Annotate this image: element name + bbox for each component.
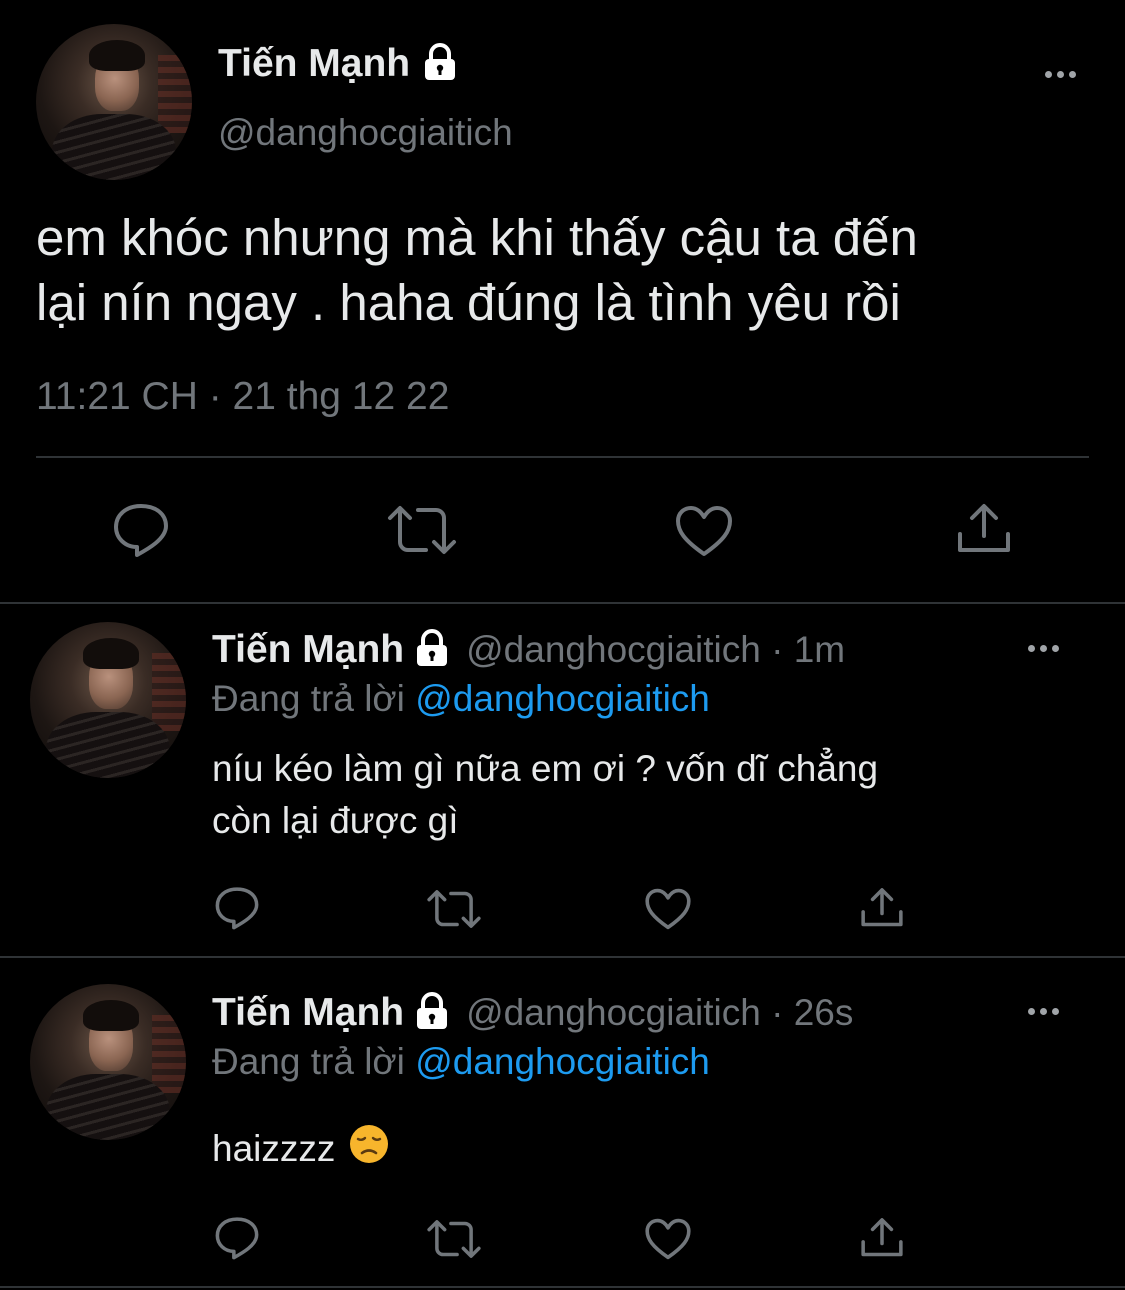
tweet-text-line-2: lại nín ngay . haha đúng là tình yêu rồi	[36, 274, 901, 331]
divider	[0, 1286, 1125, 1288]
avatar[interactable]	[30, 984, 186, 1140]
more-icon[interactable]	[1028, 645, 1059, 652]
avatar[interactable]	[30, 622, 186, 778]
more-icon[interactable]	[1045, 71, 1076, 78]
like-icon[interactable]	[644, 1217, 692, 1261]
display-name[interactable]: Tiến Mạnh	[218, 42, 410, 86]
more-icon[interactable]	[1028, 1008, 1059, 1015]
display-name[interactable]: Tiến Mạnh	[212, 991, 404, 1035]
handle-time[interactable]: @danghocgiaitich · 1m	[466, 629, 845, 671]
retweet-icon[interactable]	[426, 1218, 482, 1260]
reply-icon[interactable]	[214, 1216, 260, 1260]
replying-to-link[interactable]: @danghocgiaitich	[415, 1041, 710, 1082]
handle[interactable]: @danghocgiaitich	[218, 112, 513, 154]
avatar[interactable]	[36, 24, 192, 180]
share-icon[interactable]	[860, 1216, 904, 1260]
replying-to-link[interactable]: @danghocgiaitich	[415, 678, 710, 719]
replying-label: Đang trả lời	[212, 678, 405, 719]
reply-text-line-2: còn lại được gì	[212, 800, 459, 841]
share-icon[interactable]	[860, 886, 904, 930]
like-icon[interactable]	[674, 504, 734, 558]
replying-label: Đang trả lời	[212, 1041, 405, 1082]
author-row: Tiến Mạnh @danghocgiaitich · 1m	[212, 628, 845, 672]
like-icon[interactable]	[644, 887, 692, 931]
reply-text-line-1: haizzzz	[212, 1127, 336, 1169]
timestamp[interactable]: 11:21 CH · 21 thg 12 22	[36, 375, 449, 419]
author-row: Tiến Mạnh	[218, 42, 458, 86]
replying-to-line: Đang trả lời @danghocgiaitich	[212, 1041, 710, 1083]
retweet-icon[interactable]	[386, 504, 458, 556]
lock-icon	[414, 628, 450, 672]
share-icon[interactable]	[956, 502, 1012, 556]
lock-icon	[422, 42, 458, 86]
retweet-icon[interactable]	[426, 888, 482, 930]
reply-text: haizzzz	[212, 1124, 389, 1173]
sad-emoji	[349, 1124, 389, 1173]
divider	[36, 456, 1089, 458]
reply-text-line-1: níu kéo làm gì nữa em ơi ? vốn dĩ chẳng	[212, 748, 879, 789]
display-name[interactable]: Tiến Mạnh	[212, 628, 404, 672]
reply-icon[interactable]	[112, 502, 170, 558]
reply-icon[interactable]	[214, 886, 260, 930]
tweet-text-line-1: em khóc nhưng mà khi thấy cậu ta đến	[36, 209, 918, 266]
lock-icon	[414, 991, 450, 1035]
divider	[0, 956, 1125, 958]
handle-time[interactable]: @danghocgiaitich · 26s	[466, 992, 853, 1034]
divider	[0, 602, 1125, 604]
author-row: Tiến Mạnh @danghocgiaitich · 26s	[212, 991, 853, 1035]
replying-to-line: Đang trả lời @danghocgiaitich	[212, 678, 710, 720]
